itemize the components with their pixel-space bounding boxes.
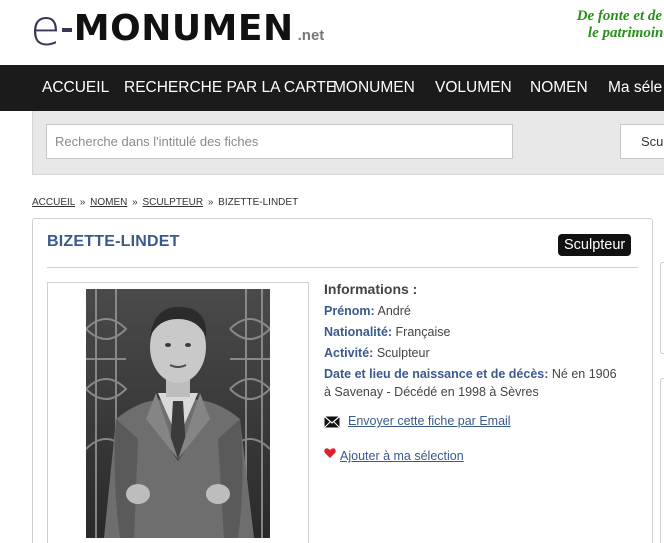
side-panel-edge [660,378,664,543]
info-row-prenom: Prénom: André [324,301,624,322]
logo-wordmark: MONUMEN [73,8,294,49]
site-header: e MONUMEN .net De fonte et de l le patri… [0,0,664,65]
field-label: Prénom: [324,304,375,318]
info-row-nationalite: Nationalité: Française [324,322,624,343]
breadcrumb-accueil[interactable]: ACCUEIL [32,197,75,208]
breadcrumb-separator: » [207,197,214,208]
title-divider [47,267,638,268]
main-nav: ACCUEIL RECHERCHE PAR LA CARTE MONUMEN V… [0,65,664,111]
favorite-link[interactable]: Ajouter à ma sélection [340,449,464,463]
site-tagline: De fonte et de l le patrimoine [577,8,664,42]
field-label: Activité: [324,346,374,360]
tagline-line-2: le patrimoine [587,25,664,41]
nav-item-monumen[interactable]: MONUMEN [333,65,415,111]
nav-item-recherche-carte[interactable]: RECHERCHE PAR LA CARTE [124,65,336,111]
breadcrumb-nomen[interactable]: NOMEN [90,197,127,208]
tagline-line-1: De fonte et de l [576,8,664,24]
nav-item-nomen[interactable]: NOMEN [530,65,588,111]
info-row-activite: Activité: Sculpteur [324,343,624,364]
nav-item-ma-selection[interactable]: Ma séle [608,65,662,111]
search-category-select[interactable]: Sculpteur [620,124,664,159]
page-title: BIZETTE-LINDET [47,233,180,250]
field-label: Date et lieu de naissance et de décès: [324,367,549,381]
breadcrumb-current: BIZETTE-LINDET [218,197,299,208]
heart-icon [324,448,336,458]
logo-e: e [30,0,61,57]
nav-item-accueil[interactable]: ACCUEIL [42,65,109,111]
logo-domain: .net [297,27,325,44]
breadcrumb-separator: » [132,197,138,208]
info-panel: Informations : Prénom: André Nationalité… [324,281,624,401]
mail-icon [324,416,340,428]
breadcrumb-separator: » [79,197,86,208]
portrait-illustration [86,289,270,538]
site-logo[interactable]: e MONUMEN .net [30,0,325,57]
field-value: André [377,304,411,318]
email-share: Envoyer cette fiche par Email [324,414,511,428]
email-link[interactable]: Envoyer cette fiche par Email [348,414,511,428]
field-label: Nationalité: [324,325,393,339]
portrait-photo[interactable] [86,289,270,538]
breadcrumb: ACCUEIL » NOMEN » SCULPTEUR » BIZETTE-LI… [32,197,298,208]
category-badge[interactable]: Sculpteur [558,234,632,256]
info-heading: Informations : [324,281,418,297]
breadcrumb-sculpteur[interactable]: SCULPTEUR [142,197,203,208]
nav-item-volumen[interactable]: VOLUMEN [435,65,512,111]
logo-dash [61,28,72,32]
info-row-dates: Date et lieu de naissance et de décès: N… [324,365,624,401]
field-value: Française [395,325,451,339]
side-panel-edge [660,262,664,354]
add-to-selection: Ajouter à ma sélection [324,448,464,463]
search-input[interactable] [46,124,513,159]
field-value: Sculpteur [376,346,430,360]
